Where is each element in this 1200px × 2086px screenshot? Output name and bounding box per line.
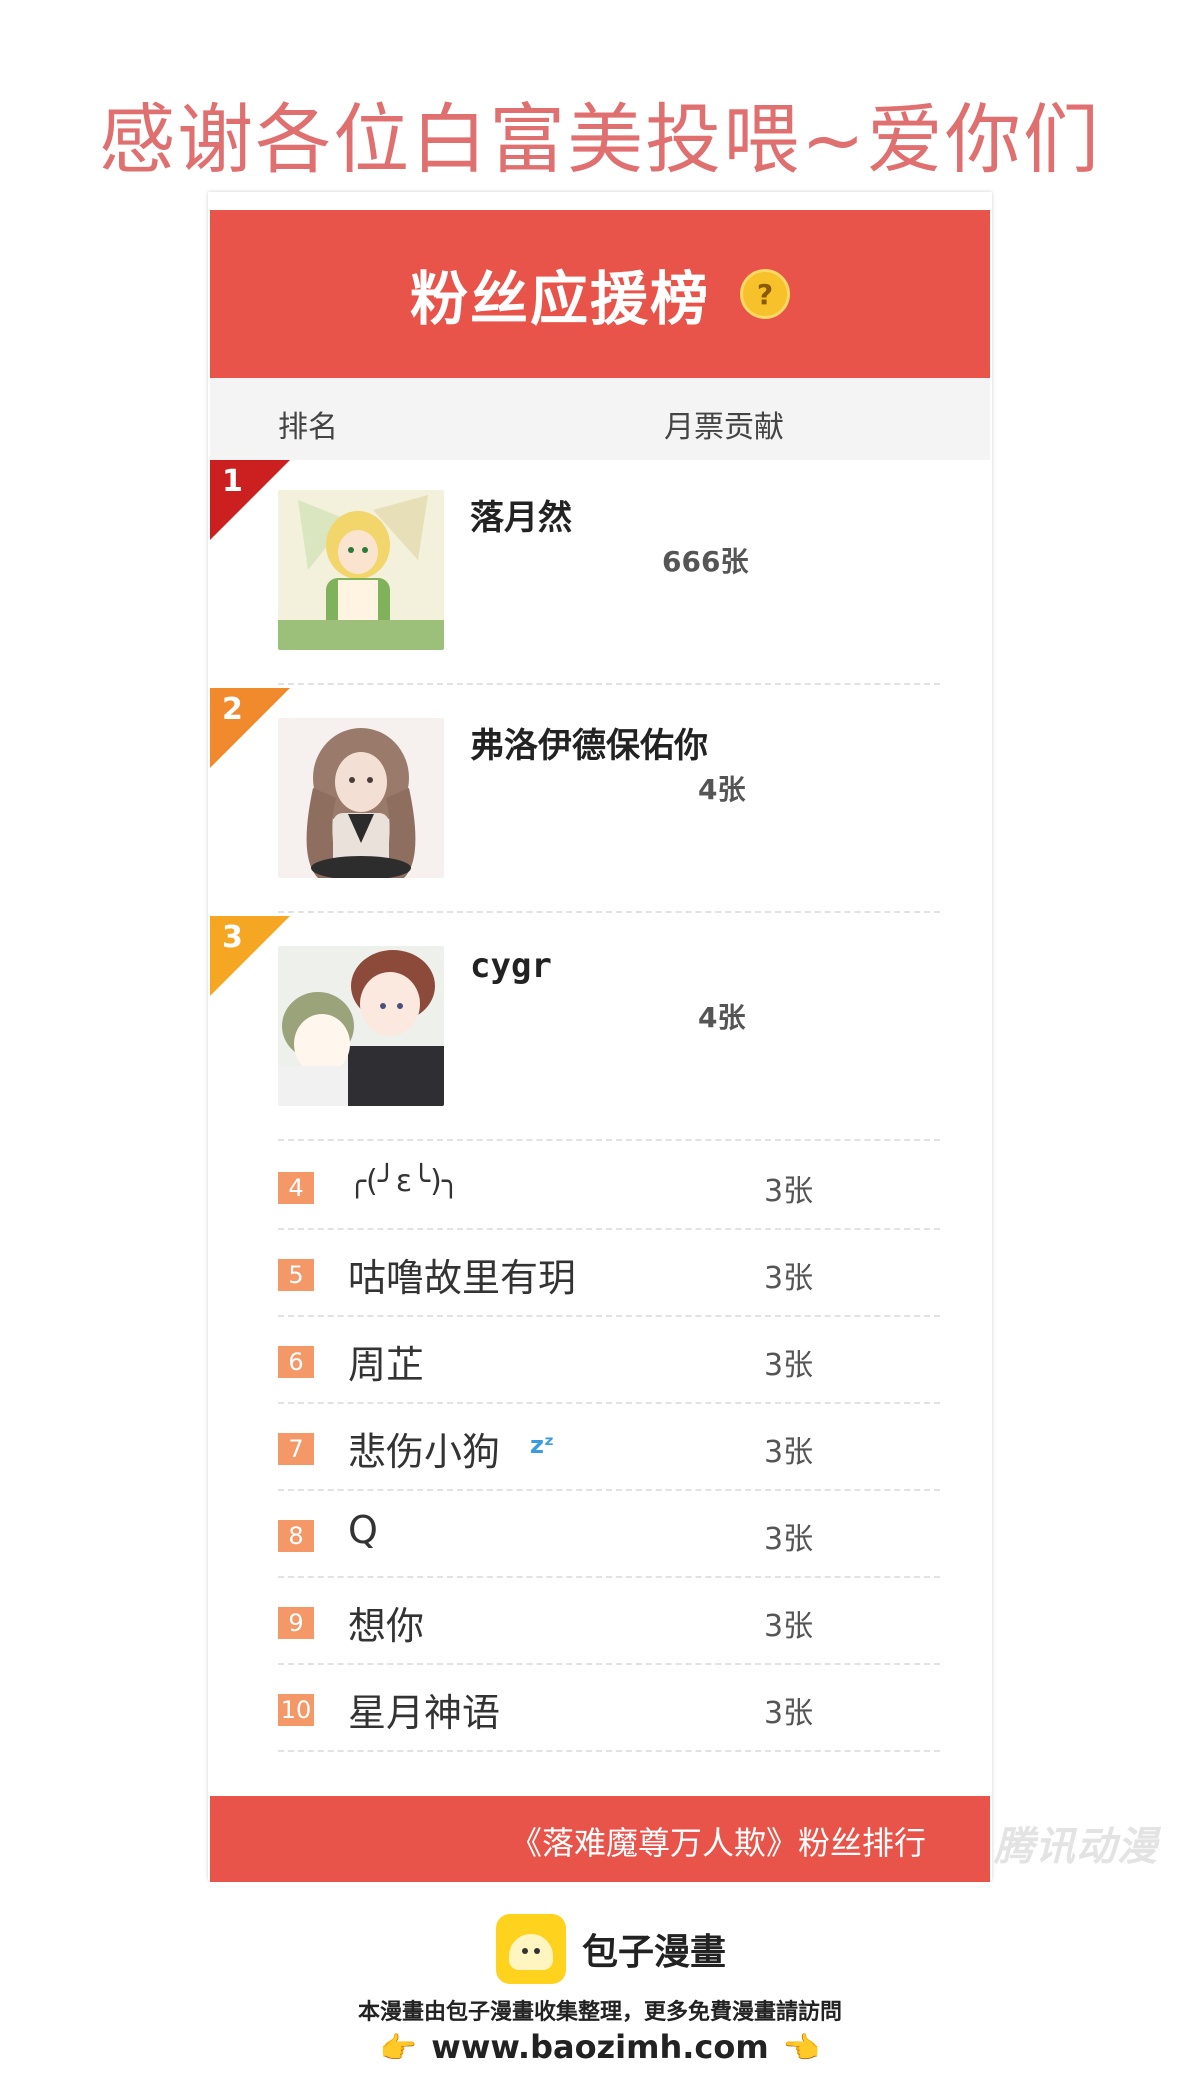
column-rank-label: 排名 <box>278 410 338 445</box>
rank-number: 1 <box>222 464 243 499</box>
site-url-link[interactable]: www.baozimh.com <box>431 2028 768 2066</box>
vote-count: 3张 <box>764 1696 814 1731</box>
column-header: 排名 月票贡献 <box>210 378 990 460</box>
avatar[interactable] <box>278 946 444 1106</box>
fan-ranking-card: 粉丝应援榜 ? 排名 月票贡献 1 落月然 666张 2 弗洛伊德保佑你 4张 … <box>208 192 992 1882</box>
fan-name[interactable]: 悲伤小狗 <box>348 1421 500 1476</box>
card-header: 粉丝应援榜 ? <box>210 210 990 378</box>
thanks-banner: 感谢各位白富美投喂~爱你们 <box>99 95 1101 184</box>
rank-badge: 10 <box>278 1694 314 1726</box>
fan-name[interactable]: 星月神语 <box>348 1682 500 1737</box>
rank-badge: 4 <box>278 1172 314 1204</box>
divider <box>278 1139 940 1141</box>
fan-name[interactable]: 周芷 <box>348 1334 424 1389</box>
rank-badge: 9 <box>278 1607 314 1639</box>
avatar[interactable] <box>278 718 444 878</box>
ranking-row-2[interactable]: 2 弗洛伊德保佑你 4张 <box>210 688 990 913</box>
tencent-comic-watermark: 腾讯动漫 <box>994 1824 1158 1870</box>
rank-badge: 8 <box>278 1520 314 1552</box>
fan-name[interactable]: cygr <box>470 946 552 986</box>
brand-logo[interactable]: 包子漫畫 <box>496 1914 726 1984</box>
ranking-row-5[interactable]: 5 咕噜故里有玥 3张 <box>210 1229 990 1317</box>
card-footer: 《落难魔尊万人欺》粉丝排行 <box>210 1796 990 1882</box>
avatar[interactable] <box>278 490 444 650</box>
vote-count: 3张 <box>764 1261 814 1296</box>
ranking-row-4[interactable]: 4 ╭(╯ε╰)╮ 3张 <box>210 1142 990 1230</box>
fan-name[interactable]: 咕噜故里有玥 <box>348 1247 576 1302</box>
ranking-row-9[interactable]: 9 想你 3张 <box>210 1577 990 1665</box>
pointing-left-icon: 👈 <box>782 2031 821 2066</box>
credit-text: 本漫畫由包子漫畫收集整理，更多免費漫畫請訪問 <box>357 2000 842 2025</box>
vote-count: 4张 <box>698 773 746 806</box>
site-url-line: 👉 www.baozimh.com 👈 <box>0 2028 1200 2066</box>
ranking-row-6[interactable]: 6 周芷 3张 <box>210 1316 990 1404</box>
vote-count: 3张 <box>764 1348 814 1383</box>
rank-badge: 5 <box>278 1259 314 1291</box>
vote-count: 4张 <box>698 1001 746 1034</box>
ranking-row-3[interactable]: 3 cygr 4张 <box>210 916 990 1141</box>
divider <box>278 683 940 685</box>
fan-name[interactable]: 想你 <box>348 1595 424 1650</box>
fan-name[interactable]: 落月然 <box>470 490 572 539</box>
vote-count: 3张 <box>764 1435 814 1470</box>
fan-name[interactable]: ╭(╯ε╰)╮ <box>348 1164 460 1199</box>
ranking-row-7[interactable]: 7 悲伤小狗 zᶻ 3张 <box>210 1403 990 1491</box>
rank-number: 3 <box>222 920 243 955</box>
ranking-row-1[interactable]: 1 落月然 666张 <box>210 460 990 685</box>
rank-number: 2 <box>222 692 243 727</box>
vote-count: 666张 <box>662 545 749 578</box>
rank-badge: 6 <box>278 1346 314 1378</box>
ranking-footer-label[interactable]: 《落难魔尊万人欺》粉丝排行 <box>510 1818 926 1864</box>
vote-count: 3张 <box>764 1609 814 1644</box>
divider <box>278 1750 940 1752</box>
help-icon[interactable]: ? <box>740 269 790 319</box>
baozi-logo-icon <box>496 1914 566 1984</box>
divider <box>278 911 940 913</box>
vote-count: 3张 <box>764 1522 814 1557</box>
column-votes-label: 月票贡献 <box>664 410 784 445</box>
ranking-row-8[interactable]: 8 Q 3张 <box>210 1490 990 1578</box>
ranking-row-10[interactable]: 10 星月神语 3张 <box>210 1664 990 1752</box>
brand-name: 包子漫畫 <box>582 1932 727 1973</box>
fan-name[interactable]: Q <box>348 1508 378 1552</box>
fan-name[interactable]: 弗洛伊德保佑你 <box>470 718 708 767</box>
vote-count: 3张 <box>764 1174 814 1209</box>
card-title: 粉丝应援榜 <box>409 265 710 333</box>
pointing-right-icon: 👉 <box>379 2031 418 2066</box>
rank-badge: 7 <box>278 1433 314 1465</box>
sleep-zzz-icon: zᶻ <box>530 1431 554 1459</box>
